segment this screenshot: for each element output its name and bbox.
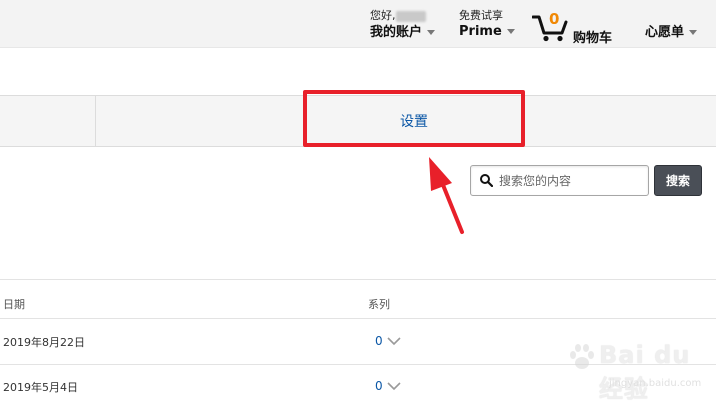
caret-down-icon (427, 29, 436, 35)
account-name-blurred (395, 10, 426, 22)
chevron-down-icon[interactable] (387, 337, 401, 346)
chevron-down-icon[interactable] (387, 382, 401, 391)
wishlist-label: 心愿单 (645, 25, 685, 40)
tab-bar: 设置 (0, 95, 716, 147)
tab-settings[interactable]: 设置 (306, 96, 522, 146)
search-input[interactable] (499, 170, 644, 192)
account-menu[interactable]: 您好, 我的账户 (370, 9, 436, 40)
row-date: 2019年8月22日 (3, 336, 85, 349)
prime-menu[interactable]: 免费试享 Prime (459, 10, 515, 38)
column-header-date: 日期 (3, 298, 25, 311)
cart-count: 0 (549, 10, 560, 28)
row-date: 2019年5月4日 (3, 381, 78, 394)
page: 您好, 我的账户 免费试享 Prime 0 购物车 心愿单 设置 搜索您的内容 … (0, 0, 716, 404)
caret-down-icon (689, 30, 698, 35)
divider (0, 318, 716, 319)
watermark-brand: Bai du 经验 (599, 341, 691, 403)
caret-down-icon (506, 29, 515, 34)
paw-icon (570, 344, 594, 369)
prime-label: Prime (459, 24, 502, 39)
watermark-url: jingyan.baidu.com (609, 378, 702, 389)
search-button[interactable]: 搜索 (654, 165, 702, 196)
cart-label: 购物车 (573, 31, 613, 46)
baidu-watermark: Bai du 经验 jingyan.baidu.com (565, 338, 715, 403)
wishlist-menu[interactable]: 心愿单 (645, 25, 698, 40)
column-header-series: 系列 (368, 298, 390, 311)
account-greeting: 您好, (370, 9, 396, 22)
tab-divider (95, 96, 96, 146)
divider (0, 279, 716, 280)
row-series-count[interactable]: 0 (375, 379, 383, 393)
row-series-count[interactable]: 0 (375, 334, 383, 348)
top-nav: 您好, 我的账户 免费试享 Prime 0 购物车 心愿单 (0, 0, 716, 48)
cart-link[interactable]: 0 购物车 (532, 10, 613, 46)
prime-line1: 免费试享 (459, 9, 503, 22)
account-label: 我的账户 (370, 24, 423, 40)
search-icon (480, 174, 493, 187)
search-field[interactable] (470, 165, 649, 196)
